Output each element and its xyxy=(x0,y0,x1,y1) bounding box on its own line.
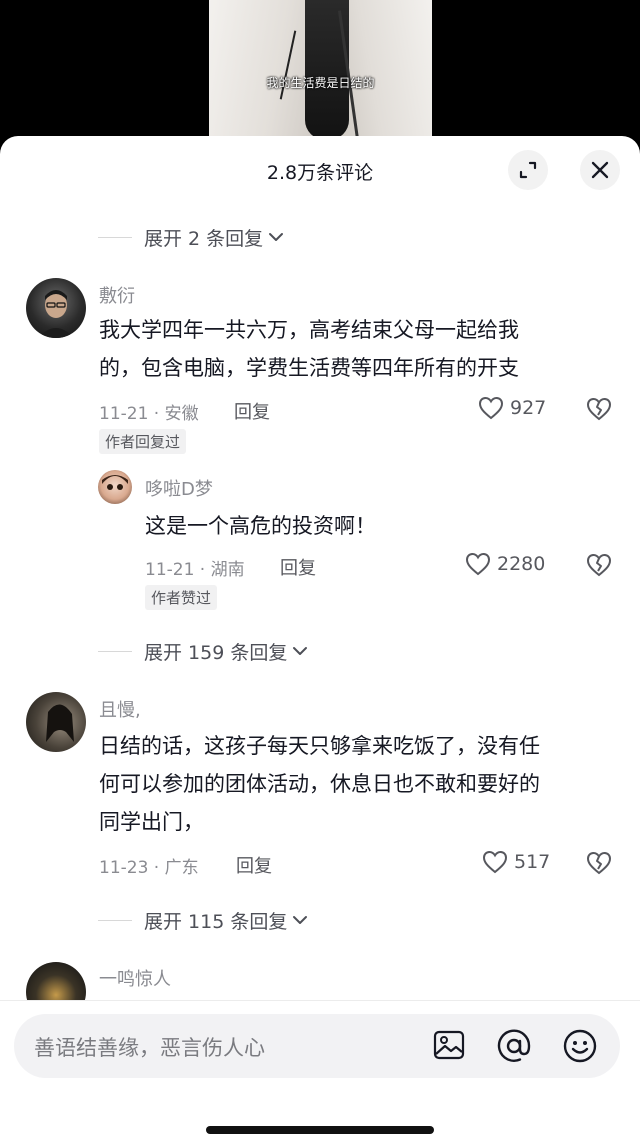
comment-sheet: 2.8万条评论 展开 2 条回复 敷衍 我大学四年一共六万，高考结束父母一起给我… xyxy=(0,136,640,1147)
expand-replies-row[interactable]: 展开 115 条回复 xyxy=(98,905,309,935)
chevron-down-icon xyxy=(293,647,308,655)
like-count: 2280 xyxy=(497,553,546,575)
like-button[interactable]: 517 xyxy=(482,850,550,874)
expand-replies-row[interactable]: 展开 159 条回复 xyxy=(98,636,309,666)
comment-meta: 11-23 · 广东 xyxy=(99,858,199,878)
mention-button[interactable] xyxy=(496,1028,532,1068)
comment-line: 这是一个高危的投资啊！ xyxy=(145,514,376,538)
comment-input[interactable]: 善语结善缘，恶言伤人心 xyxy=(14,1014,620,1078)
comment-line: 我大学四年一共六万，高考结束父母一起给我 xyxy=(99,318,519,342)
heart-icon xyxy=(465,552,491,576)
heart-icon xyxy=(478,396,504,420)
comment-line: 日结的话，这孩子每天只够拿来吃饭了，没有任 xyxy=(99,734,540,758)
chevron-down-icon xyxy=(269,233,284,241)
emoji-button[interactable] xyxy=(562,1028,598,1068)
video-jacket-left xyxy=(209,0,319,140)
comment-text: 我大学四年一共六万，高考结束父母一起给我 的，包含电脑，学费生活费等四年所有的开… xyxy=(99,311,519,387)
comment-text: 这是一个高危的投资啊！ xyxy=(145,507,376,545)
close-icon xyxy=(591,161,609,179)
close-button[interactable] xyxy=(580,150,620,190)
like-button[interactable]: 927 xyxy=(478,396,546,420)
dislike-button[interactable] xyxy=(586,397,612,425)
avatar[interactable] xyxy=(98,470,132,504)
image-icon xyxy=(433,1030,465,1060)
commenter-name[interactable]: 敷衍 xyxy=(99,282,135,308)
like-count: 517 xyxy=(514,851,551,873)
expand-replies-label: 展开 115 条回复 xyxy=(144,910,288,933)
comment-line: 同学出门， xyxy=(99,810,204,834)
emoji-icon xyxy=(563,1029,597,1063)
heart-icon xyxy=(482,850,508,874)
image-button[interactable] xyxy=(432,1028,466,1066)
dislike-button[interactable] xyxy=(586,851,612,879)
expand-icon xyxy=(519,161,537,179)
comment-input-placeholder: 善语结善缘，恶言伤人心 xyxy=(34,1036,265,1060)
expand-replies-label: 展开 2 条回复 xyxy=(144,227,264,250)
like-count: 927 xyxy=(510,397,547,419)
broken-heart-icon xyxy=(586,553,612,577)
avatar-image xyxy=(102,475,128,490)
comment-meta: 11-21 · 安徽 xyxy=(99,404,199,424)
comment-line: 何可以参加的团体活动，休息日也不敢和要好的 xyxy=(99,772,540,796)
reply-button[interactable]: 回复 xyxy=(236,852,272,878)
comment-meta: 11-21 · 湖南 xyxy=(145,560,245,580)
divider-line xyxy=(98,650,132,652)
divider-line xyxy=(98,236,132,238)
chevron-down-icon xyxy=(293,916,308,924)
dislike-button[interactable] xyxy=(586,553,612,581)
home-indicator[interactable] xyxy=(206,1126,434,1134)
video-frame[interactable]: 我的生活费是日结的 xyxy=(209,0,432,140)
broken-heart-icon xyxy=(586,851,612,875)
avatar[interactable] xyxy=(26,692,86,752)
author-replied-tag: 作者回复过 xyxy=(99,429,187,454)
avatar-image xyxy=(46,704,74,742)
comment-line: 的，包含电脑，学费生活费等四年所有的开支 xyxy=(99,356,519,380)
commenter-name[interactable]: 且慢, xyxy=(99,696,141,722)
divider-line xyxy=(98,919,132,921)
commenter-name[interactable]: 哆啦D梦 xyxy=(145,475,213,501)
broken-heart-icon xyxy=(586,397,612,421)
reply-button[interactable]: 回复 xyxy=(234,398,270,424)
author-liked-tag: 作者赞过 xyxy=(145,585,218,610)
avatar[interactable] xyxy=(26,278,86,338)
commenter-name[interactable]: 一鸣惊人 xyxy=(99,965,171,991)
expand-sheet-button[interactable] xyxy=(508,150,548,190)
avatar-image xyxy=(38,290,74,338)
comment-text: 日结的话，这孩子每天只够拿来吃饭了，没有任 何可以参加的团体活动，休息日也不敢和… xyxy=(99,727,540,841)
expand-replies-row[interactable]: 展开 2 条回复 xyxy=(98,222,285,252)
like-button[interactable]: 2280 xyxy=(465,552,545,576)
expand-replies-label: 展开 159 条回复 xyxy=(144,641,288,664)
reply-button[interactable]: 回复 xyxy=(280,554,316,580)
at-icon xyxy=(497,1029,531,1062)
video-caption: 我的生活费是日结的 xyxy=(266,76,375,90)
